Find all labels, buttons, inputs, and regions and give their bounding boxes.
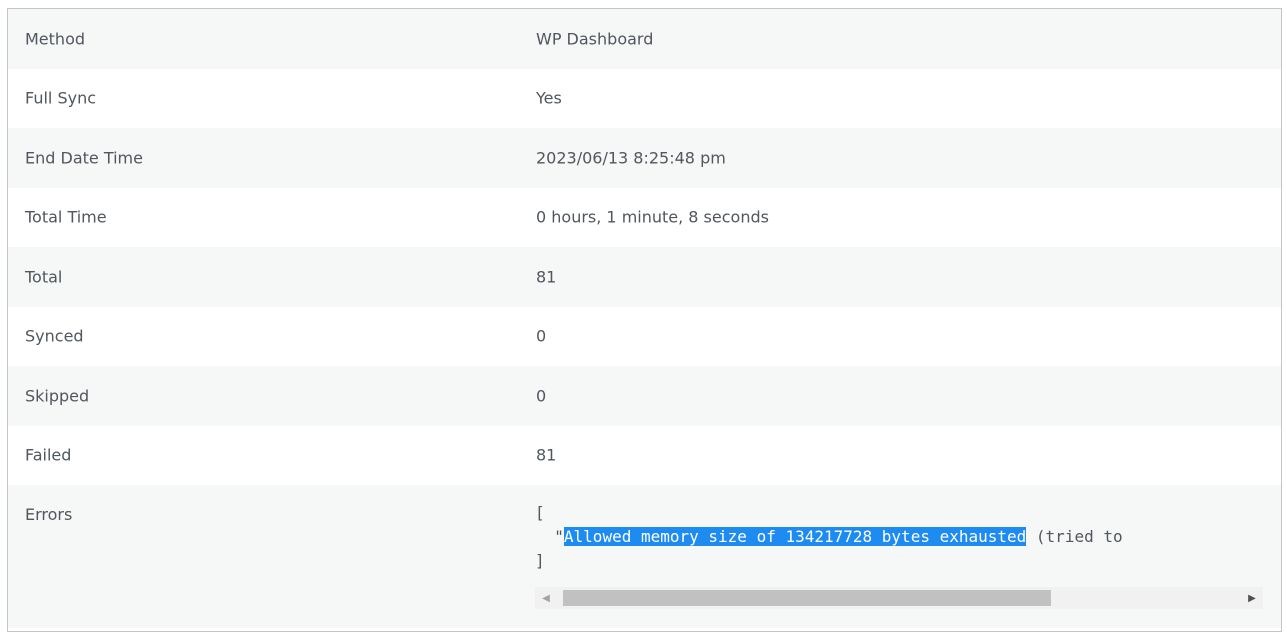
row-label: Full Sync: [25, 88, 97, 108]
close-bracket: ]: [535, 551, 545, 570]
table-row-total: Total 81: [8, 247, 1281, 307]
error-rest-text: (tried to: [1026, 527, 1123, 546]
selected-error-text[interactable]: Allowed memory size of 134217728 bytes e…: [563, 527, 1027, 546]
errors-code-block[interactable]: [ "Allowed memory size of 134217728 byte…: [535, 501, 1263, 621]
sync-details-table: Method WP Dashboard Full Sync Yes End Da…: [7, 8, 1282, 632]
table-row-skipped: Skipped 0: [8, 366, 1281, 426]
table-row-failed: Failed 81: [8, 426, 1281, 486]
row-label: Synced: [25, 326, 84, 346]
scroll-left-arrow-icon[interactable]: ◀: [535, 587, 557, 609]
table-row-end-date-time: End Date Time 2023/06/13 8:25:48 pm: [8, 128, 1281, 188]
table-row-full-sync: Full Sync Yes: [8, 69, 1281, 129]
horizontal-scrollbar[interactable]: ◀ ▶: [535, 587, 1263, 609]
table-row-method: Method WP Dashboard: [8, 9, 1281, 69]
code-line-open: [: [535, 501, 1263, 525]
row-label: Total Time: [25, 207, 107, 227]
row-label: Total: [25, 267, 63, 287]
row-label: Method: [25, 29, 86, 49]
open-bracket: [: [535, 503, 545, 522]
row-value: Yes: [536, 88, 562, 108]
scrollbar-thumb[interactable]: [563, 590, 1051, 606]
table-row-errors: Errors [ "Allowed memory size of 1342177…: [8, 485, 1281, 628]
table-row-synced: Synced 0: [8, 307, 1281, 367]
row-label: Errors: [25, 505, 73, 524]
scroll-right-arrow-icon[interactable]: ▶: [1241, 587, 1263, 609]
row-value: 0 hours, 1 minute, 8 seconds: [536, 207, 769, 227]
row-label: Skipped: [25, 386, 90, 406]
row-label: Failed: [25, 445, 72, 465]
row-value: 2023/06/13 8:25:48 pm: [536, 148, 726, 168]
row-value: 0: [536, 386, 547, 406]
errors-pre[interactable]: [ "Allowed memory size of 134217728 byte…: [535, 501, 1263, 597]
code-line-message: "Allowed memory size of 134217728 bytes …: [535, 525, 1263, 549]
row-value: 81: [536, 445, 557, 465]
row-value: 81: [536, 267, 557, 287]
table-row-total-time: Total Time 0 hours, 1 minute, 8 seconds: [8, 188, 1281, 248]
row-label: End Date Time: [25, 148, 143, 168]
row-value: 0: [536, 326, 547, 346]
row-value: WP Dashboard: [536, 29, 654, 49]
code-line-close: ]: [535, 549, 1263, 573]
indent-quote: ": [535, 527, 564, 546]
